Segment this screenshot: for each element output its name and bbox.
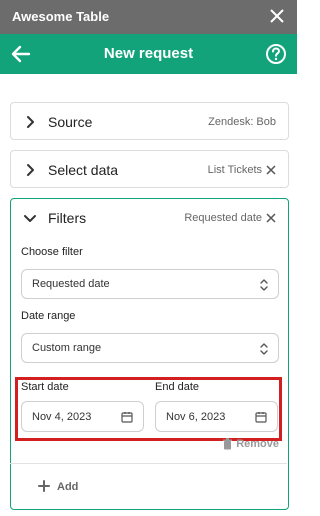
add-label: Add — [57, 481, 79, 493]
choose-filter-value: Requested date — [32, 278, 110, 290]
chevron-right-icon — [27, 164, 34, 176]
trash-icon — [223, 438, 233, 450]
page-title: New request — [103, 45, 194, 62]
source-label: Source — [48, 114, 93, 130]
source-card-header[interactable]: Source Zendesk: Bob — [11, 103, 288, 141]
choose-filter-select[interactable]: Requested date — [21, 269, 279, 299]
source-value: Zendesk: Bob — [208, 116, 276, 128]
select-data-card[interactable]: Select data List Tickets — [10, 150, 289, 188]
chevron-right-icon — [27, 116, 34, 128]
help-icon[interactable] — [265, 43, 287, 65]
select-arrows-icon — [260, 343, 268, 355]
select-data-label: Select data — [48, 162, 119, 178]
chevron-down-icon — [24, 215, 36, 222]
app-title: Awesome Table — [12, 9, 110, 24]
filters-label: Filters — [48, 210, 87, 226]
date-range-value: Custom range — [32, 342, 102, 354]
date-range-label: Date range — [21, 310, 76, 322]
filters-card-header[interactable]: Filters Requested date — [11, 199, 288, 237]
choose-filter-label: Choose filter — [21, 246, 83, 258]
select-arrows-icon — [260, 279, 268, 291]
date-range-select[interactable]: Custom range — [21, 333, 279, 363]
divider — [10, 463, 287, 464]
clear-icon[interactable] — [266, 213, 276, 223]
page-header: New request — [0, 34, 297, 74]
select-data-value: List Tickets — [207, 164, 262, 176]
date-fields-highlight — [15, 377, 282, 441]
plus-icon — [38, 480, 50, 492]
remove-filter-button[interactable]: Remove — [223, 438, 279, 450]
remove-label: Remove — [236, 438, 279, 450]
source-card[interactable]: Source Zendesk: Bob — [10, 102, 289, 140]
app-titlebar: Awesome Table — [0, 0, 297, 34]
select-data-card-header[interactable]: Select data List Tickets — [11, 151, 288, 189]
filters-value: Requested date — [184, 212, 262, 224]
clear-icon[interactable] — [266, 165, 276, 175]
close-icon[interactable] — [267, 6, 287, 26]
